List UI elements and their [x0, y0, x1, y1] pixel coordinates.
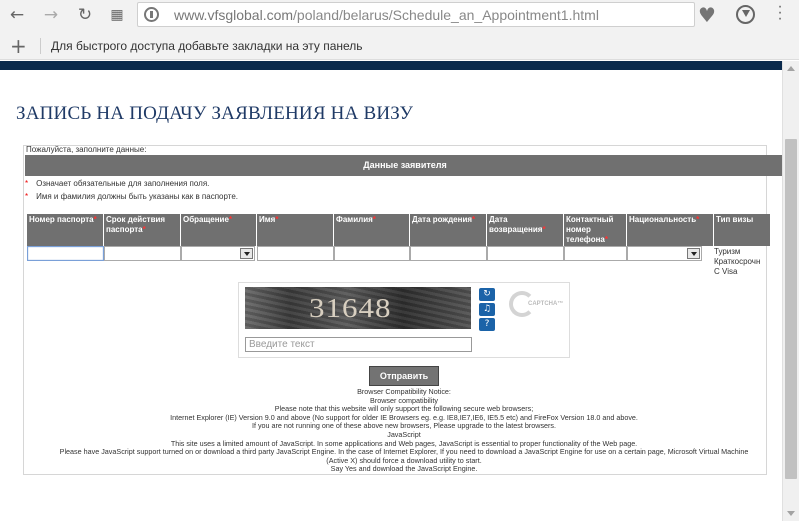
visa-type-option[interactable]: Туризм: [714, 247, 760, 257]
column-label: Национальность: [629, 215, 697, 224]
captcha-refresh-icon[interactable]: ↻: [479, 288, 495, 301]
birth-date-input[interactable]: [410, 246, 487, 261]
column-label: Фамилия: [336, 215, 373, 224]
required-star: *: [25, 192, 29, 201]
fill-note: Пожалуйста, заполните данные:: [26, 145, 147, 154]
required-star: *: [228, 215, 233, 224]
bookmarks-hint: Для быстрого доступа добавьте закладки н…: [51, 39, 363, 53]
captcha-widget: 31648 ↻ ♫ ? CAPTCHA™ Введите текст: [238, 282, 570, 358]
scroll-down-icon[interactable]: [787, 511, 795, 516]
required-star: *: [604, 235, 608, 244]
bookmarks-bar: + Для быстрого доступа добавьте закладки…: [0, 30, 799, 60]
column-header-phone: Контактный номер телефона*: [564, 214, 628, 246]
site-info-icon[interactable]: [144, 7, 159, 22]
required-star: *: [372, 215, 376, 224]
passport-expiry-input[interactable]: [104, 246, 181, 261]
visa-type-option[interactable]: Краткосрочн: [714, 257, 760, 267]
visa-type-option[interactable]: С Visa: [714, 267, 760, 277]
recaptcha-logo-text: CAPTCHA™: [528, 301, 564, 307]
vertical-scrollbar[interactable]: [782, 61, 799, 521]
visa-type-options[interactable]: Туризм Краткосрочн С Visa: [714, 247, 760, 277]
column-header-passport-number: Номер паспорта*: [27, 214, 105, 246]
bookmark-heart-icon[interactable]: ♥: [698, 3, 716, 27]
back-icon[interactable]: ←: [6, 4, 28, 26]
address-bar[interactable]: www.vfsglobal.com/poland/belarus/Schedul…: [137, 2, 695, 27]
chevron-down-icon: [240, 248, 253, 259]
column-header-visa-type: Тип визы: [714, 214, 770, 246]
forward-icon[interactable]: →: [40, 4, 62, 26]
last-name-input[interactable]: [334, 246, 410, 261]
column-label: Тип визы: [716, 215, 754, 224]
column-header-first-name: Имя*: [257, 214, 335, 246]
browser-toolbar: ← → ↻ ▦ www.vfsglobal.com/poland/belarus…: [0, 0, 799, 30]
download-icon[interactable]: [736, 5, 755, 24]
menu-icon[interactable]: · · ·: [770, 0, 790, 27]
column-label: Обращение: [183, 215, 229, 224]
url-host: www.vfsglobal.com: [174, 7, 294, 23]
column-header-birth-date: Дата рождения*: [410, 214, 488, 246]
column-header-salutation: Обращение*: [181, 214, 258, 246]
required-star: *: [93, 215, 97, 224]
column-label: Номер паспорта: [29, 215, 94, 224]
required-star: *: [142, 225, 146, 234]
captcha-input[interactable]: Введите текст: [245, 337, 472, 352]
required-star: *: [275, 215, 279, 224]
required-star: *: [696, 215, 700, 224]
url-text: www.vfsglobal.com/poland/belarus/Schedul…: [174, 7, 599, 23]
bookmarks-separator: [40, 38, 41, 54]
passport-note: * Имя и фамилия должны быть указаны как в…: [25, 192, 238, 201]
captcha-help-icon[interactable]: ?: [479, 318, 495, 331]
captcha-audio-icon[interactable]: ♫: [479, 303, 495, 316]
column-header-return-date: Дата возвращения*: [487, 214, 565, 246]
apps-grid-icon[interactable]: ▦: [106, 4, 128, 26]
required-star: *: [25, 179, 29, 188]
column-label: Дата рождения: [412, 215, 473, 224]
column-label: Срок действия паспорта: [106, 215, 166, 234]
column-header-passport-expiry: Срок действия паспорта*: [104, 214, 182, 246]
salutation-select[interactable]: [181, 246, 255, 261]
phone-input[interactable]: [564, 246, 627, 261]
column-label: Имя: [259, 215, 276, 224]
scroll-thumb[interactable]: [785, 139, 797, 479]
captcha-code: 31648: [309, 291, 392, 324]
reload-icon[interactable]: ↻: [74, 4, 96, 26]
url-path: /poland/belarus/Schedule_an_Appointment1…: [293, 7, 599, 23]
submit-button[interactable]: Отправить: [369, 366, 439, 386]
compat-line: Say Yes and download the JavaScript Engi…: [330, 464, 478, 474]
add-bookmark-icon[interactable]: +: [10, 34, 27, 58]
first-name-input[interactable]: [257, 246, 334, 261]
page-title: ЗАПИСЬ НА ПОДАЧУ ЗАЯВЛЕНИЯ НА ВИЗУ: [16, 103, 414, 124]
browser-compatibility-notice: Browser Compatibility Notice: Browser co…: [24, 387, 782, 474]
required-note: * Означает обязательные для заполнения по…: [25, 179, 209, 188]
passport-note-text: Имя и фамилия должны быть указаны как в …: [36, 192, 238, 201]
chevron-down-icon: [687, 248, 700, 259]
header-band: [0, 61, 782, 70]
page-content: ЗАПИСЬ НА ПОДАЧУ ЗАЯВЛЕНИЯ НА ВИЗУ Пожал…: [0, 61, 782, 521]
required-note-text: Означает обязательные для заполнения пол…: [36, 179, 210, 188]
section-header: Данные заявителя: [25, 155, 782, 176]
column-label: Дата возвращения: [489, 215, 543, 234]
appointment-form: Пожалуйста, заполните данные: Данные зая…: [23, 145, 782, 475]
passport-number-input[interactable]: [27, 246, 104, 261]
column-header-nationality: Национальность*: [627, 214, 715, 246]
captcha-image: 31648: [245, 287, 471, 329]
scroll-up-icon[interactable]: [787, 66, 795, 71]
required-star: *: [542, 225, 546, 234]
nationality-select[interactable]: [627, 246, 702, 261]
return-date-input[interactable]: [487, 246, 564, 261]
required-star: *: [472, 215, 476, 224]
column-header-last-name: Фамилия*: [334, 214, 411, 246]
